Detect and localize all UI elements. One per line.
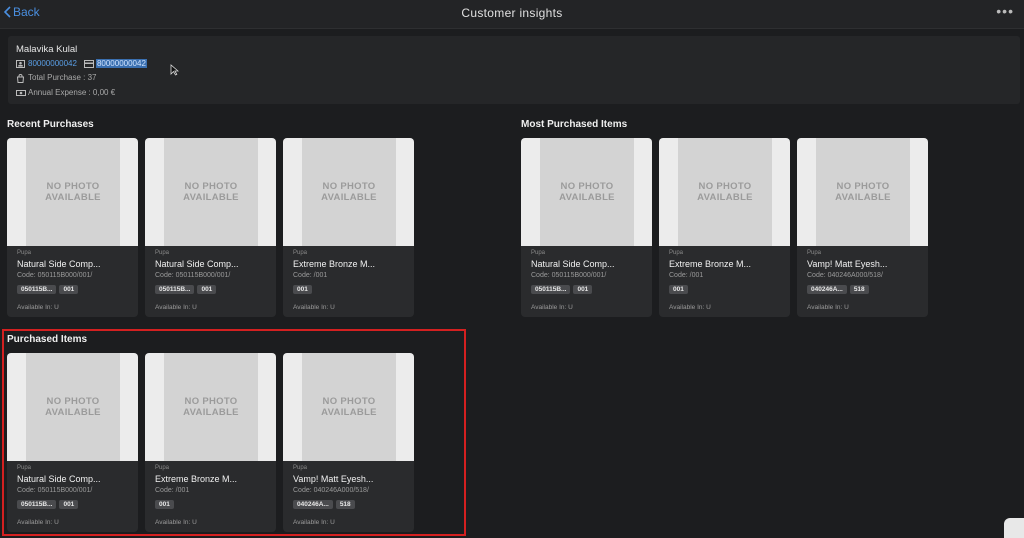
product-name: Extreme Bronze M...	[669, 259, 752, 269]
product-brand: Pupa	[155, 250, 170, 256]
product-card[interactable]: NO PHOTO AVAILABLE Pupa Vamp! Matt Eyesh…	[797, 138, 928, 317]
customer-phone-value[interactable]: 80000000042	[95, 59, 147, 68]
top-bar: Back Customer insights •••	[0, 0, 1024, 29]
product-code: Code: 050115B000/001/	[531, 272, 607, 279]
product-name: Natural Side Comp...	[17, 259, 101, 269]
product-badges: 050115B... 001	[17, 285, 79, 294]
product-code: Code: 050115B000/001/	[155, 272, 231, 279]
product-photo-placeholder: NO PHOTO AVAILABLE	[797, 138, 928, 246]
product-brand: Pupa	[531, 250, 546, 256]
no-photo-label: NO PHOTO AVAILABLE	[302, 138, 396, 246]
product-photo-placeholder: NO PHOTO AVAILABLE	[7, 138, 138, 246]
badge: 001	[197, 285, 217, 294]
no-photo-label: NO PHOTO AVAILABLE	[26, 138, 120, 246]
customer-info-panel: Malavika Kulal 80000000042 80000000042 T…	[8, 36, 1020, 104]
customer-id-value[interactable]: 80000000042	[28, 59, 77, 68]
more-options-icon[interactable]: •••	[996, 3, 1014, 19]
product-brand: Pupa	[293, 250, 308, 256]
most-purchased-title: Most Purchased Items	[521, 119, 628, 130]
product-badges: 050115B... 001	[531, 285, 593, 294]
product-badges: 040246A... 518	[807, 285, 869, 294]
highlight-box	[2, 329, 466, 536]
product-name: Natural Side Comp...	[531, 259, 615, 269]
no-photo-label: NO PHOTO AVAILABLE	[678, 138, 772, 246]
page-title: Customer insights	[461, 6, 563, 20]
product-card[interactable]: NO PHOTO AVAILABLE Pupa Natural Side Com…	[145, 138, 276, 317]
product-card[interactable]: NO PHOTO AVAILABLE Pupa Natural Side Com…	[521, 138, 652, 317]
badge: 001	[573, 285, 593, 294]
product-availability: Available In: U	[531, 304, 573, 311]
total-purchase-text: Total Purchase : 37	[28, 73, 97, 82]
badge: 040246A...	[807, 285, 847, 294]
product-name: Natural Side Comp...	[155, 259, 239, 269]
product-availability: Available In: U	[17, 304, 59, 311]
product-availability: Available In: U	[669, 304, 711, 311]
annual-expense-text: Annual Expense : 0,00 €	[28, 88, 116, 97]
product-name: Extreme Bronze M...	[293, 259, 376, 269]
badge: 050115B...	[17, 285, 57, 294]
customer-name: Malavika Kulal	[16, 44, 78, 55]
product-availability: Available In: U	[293, 304, 335, 311]
product-code: Code: /001	[669, 272, 704, 279]
phone-card-icon	[83, 59, 94, 68]
recent-purchases-title: Recent Purchases	[7, 119, 94, 130]
badge: 050115B...	[155, 285, 195, 294]
product-card[interactable]: NO PHOTO AVAILABLE Pupa Natural Side Com…	[7, 138, 138, 317]
annual-expense-row: Annual Expense : 0,00 €	[16, 88, 115, 97]
product-photo-placeholder: NO PHOTO AVAILABLE	[283, 138, 414, 246]
badge: 050115B...	[531, 285, 571, 294]
product-photo-placeholder: NO PHOTO AVAILABLE	[659, 138, 790, 246]
product-card[interactable]: NO PHOTO AVAILABLE Pupa Extreme Bronze M…	[659, 138, 790, 317]
product-photo-placeholder: NO PHOTO AVAILABLE	[521, 138, 652, 246]
product-badges: 001	[293, 285, 312, 294]
product-badges: 050115B... 001	[155, 285, 217, 294]
shopping-bag-icon	[16, 73, 25, 83]
id-card-icon	[16, 59, 25, 68]
product-availability: Available In: U	[807, 304, 849, 311]
badge: 001	[59, 285, 79, 294]
corner-widget	[1004, 518, 1024, 538]
product-code: Code: 050115B000/001/	[17, 272, 93, 279]
no-photo-label: NO PHOTO AVAILABLE	[540, 138, 634, 246]
customer-id-row: 80000000042 80000000042	[16, 59, 147, 68]
product-code: Code: /001	[293, 272, 328, 279]
product-brand: Pupa	[17, 250, 32, 256]
product-brand: Pupa	[807, 250, 822, 256]
product-photo-placeholder: NO PHOTO AVAILABLE	[145, 138, 276, 246]
total-purchase-row: Total Purchase : 37	[16, 73, 97, 83]
product-name: Vamp! Matt Eyesh...	[807, 259, 888, 269]
product-availability: Available In: U	[155, 304, 197, 311]
badge: 001	[293, 285, 312, 294]
product-badges: 001	[669, 285, 688, 294]
no-photo-label: NO PHOTO AVAILABLE	[164, 138, 258, 246]
badge: 518	[849, 285, 869, 294]
product-code: Code: 040246A000/518/	[807, 272, 883, 279]
badge: 001	[669, 285, 688, 294]
cash-icon	[16, 89, 26, 97]
product-card[interactable]: NO PHOTO AVAILABLE Pupa Extreme Bronze M…	[283, 138, 414, 317]
no-photo-label: NO PHOTO AVAILABLE	[816, 138, 910, 246]
mouse-pointer-icon	[170, 64, 179, 76]
product-brand: Pupa	[669, 250, 684, 256]
